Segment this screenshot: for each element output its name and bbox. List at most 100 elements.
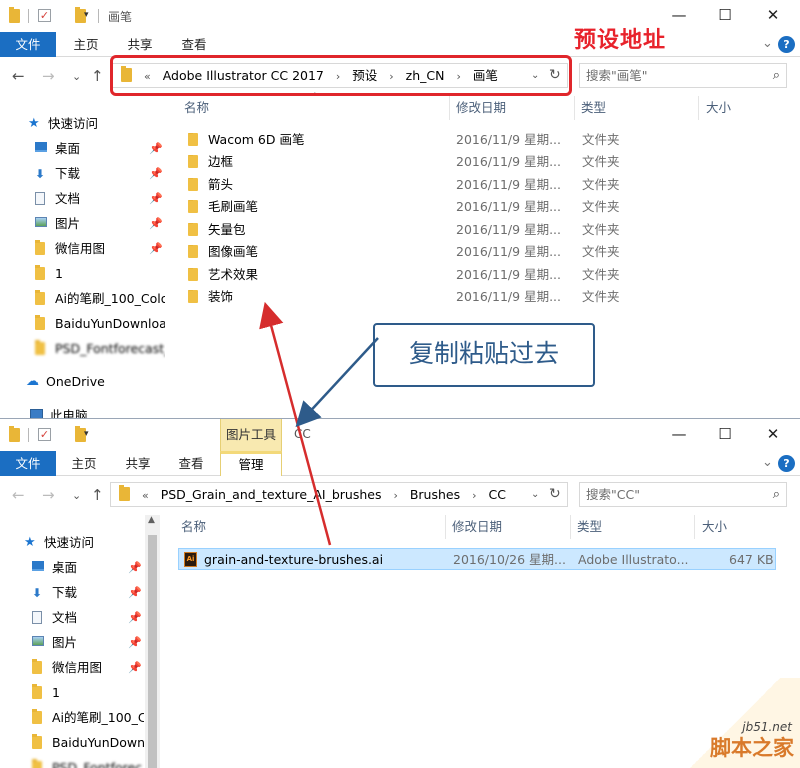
watermark-name: 脚本之家 xyxy=(710,736,794,760)
tab-share[interactable]: 共享 xyxy=(110,451,166,476)
folder-icon xyxy=(188,290,198,303)
close-button[interactable]: ✕ xyxy=(750,0,796,32)
navigation-pane: ★ 快速访问 桌面 📌 ⬇ 下载 📌 文档 📌 图片 📌 微信用图 📌 1 Ai… xyxy=(0,108,165,420)
list-item[interactable]: 矢量包 2016/11/9 星期... 文件夹 xyxy=(186,219,786,241)
column-date[interactable]: 修改日期 xyxy=(452,515,502,539)
back-icon[interactable]: ← xyxy=(12,67,25,85)
quick-access-dropdown-icon[interactable]: ▾ xyxy=(84,429,89,439)
column-size[interactable]: 大小 xyxy=(702,515,727,539)
sidebar-item-pictures[interactable]: 图片 📌 xyxy=(32,631,144,655)
pin-icon[interactable]: 📌 xyxy=(149,137,163,161)
tab-home[interactable]: 主页 xyxy=(56,451,112,476)
pin-icon[interactable]: 📌 xyxy=(128,656,142,680)
folder-icon xyxy=(32,659,42,674)
download-icon: ⬇ xyxy=(32,586,43,600)
sidebar-item-ai-brushes[interactable]: Ai的笔刷_100_C xyxy=(32,706,144,730)
column-type[interactable]: 类型 xyxy=(577,515,602,539)
pin-icon[interactable]: 📌 xyxy=(149,187,163,211)
list-item[interactable]: 图像画笔 2016/11/9 星期... 文件夹 xyxy=(186,241,786,263)
list-item[interactable]: 艺术效果 2016/11/9 星期... 文件夹 xyxy=(186,264,786,286)
sidebar-item-baiduyun[interactable]: BaiduYunDown xyxy=(32,731,144,755)
tab-file[interactable]: 文件 xyxy=(0,32,56,57)
list-item[interactable]: 毛刷画笔 2016/11/9 星期... 文件夹 xyxy=(186,196,786,218)
properties-icon[interactable]: ✓ xyxy=(38,428,51,441)
help-icon[interactable]: ? xyxy=(778,36,795,53)
list-item[interactable]: Wacom 6D 画笔 2016/11/9 星期... 文件夹 xyxy=(186,129,786,151)
quick-access-dropdown-icon[interactable]: ▾ xyxy=(84,10,89,20)
column-size[interactable]: 大小 xyxy=(706,96,731,120)
picture-icon xyxy=(32,636,44,646)
navigation-pane: ★ 快速访问 桌面 📌 ⬇ 下载 📌 文档 📌 图片 📌 微信用图 📌 1 Ai… xyxy=(0,527,145,768)
minimize-button[interactable]: — xyxy=(656,419,702,451)
column-name[interactable]: 名称 xyxy=(184,96,209,120)
chevron-right-icon[interactable]: › xyxy=(468,484,480,506)
tab-home[interactable]: 主页 xyxy=(56,32,116,57)
tab-manage[interactable]: 管理 xyxy=(220,451,282,476)
list-item[interactable]: 装饰 2016/11/9 星期... 文件夹 xyxy=(186,286,786,308)
column-date[interactable]: 修改日期 xyxy=(456,96,506,120)
sidebar-item-wechat-images[interactable]: 微信用图 📌 xyxy=(32,656,144,680)
address-bar[interactable]: « PSD_Grain_and_texture_AI_brushes › Bru… xyxy=(110,482,568,507)
tab-view[interactable]: 查看 xyxy=(166,32,222,57)
up-icon[interactable]: ↑ xyxy=(91,486,104,504)
document-icon xyxy=(32,611,42,624)
column-type[interactable]: 类型 xyxy=(581,96,606,120)
breadcrumb-overflow[interactable]: « xyxy=(138,484,153,506)
ribbon-expand-icon[interactable]: ⌄ xyxy=(762,455,773,470)
sidebar-item-desktop[interactable]: 桌面 📌 xyxy=(35,137,165,161)
ribbon-expand-icon[interactable]: ⌄ xyxy=(762,36,773,51)
search-input[interactable]: 搜索"CC" ⌕ xyxy=(579,482,787,507)
table-row-selected[interactable]: Ai grain-and-texture-brushes.ai 2016/10/… xyxy=(178,548,776,570)
maximize-button[interactable]: ☐ xyxy=(702,0,748,32)
close-button[interactable]: ✕ xyxy=(750,419,796,451)
folder-icon xyxy=(9,426,20,442)
pin-icon[interactable]: 📌 xyxy=(149,162,163,186)
pin-icon[interactable]: 📌 xyxy=(128,631,142,655)
breadcrumb-item[interactable]: PSD_Grain_and_texture_AI_brushes xyxy=(157,483,386,506)
breadcrumb-item[interactable]: CC xyxy=(485,483,510,506)
breadcrumb-item[interactable]: Brushes xyxy=(406,483,464,506)
back-icon[interactable]: ← xyxy=(12,486,25,504)
help-icon[interactable]: ? xyxy=(778,455,795,472)
pin-icon[interactable]: 📌 xyxy=(128,606,142,630)
sidebar-item-pictures[interactable]: 图片 📌 xyxy=(35,212,165,236)
sidebar-item-psd-fontforecast[interactable]: PSD_Fontforec xyxy=(32,756,144,768)
tab-view[interactable]: 查看 xyxy=(164,451,218,476)
address-dropdown-icon[interactable]: ⌄ xyxy=(531,483,539,506)
sidebar-item-downloads[interactable]: ⬇ 下载 📌 xyxy=(32,581,144,605)
maximize-button[interactable]: ☐ xyxy=(702,419,748,451)
pin-icon[interactable]: 📌 xyxy=(149,212,163,236)
forward-icon[interactable]: → xyxy=(42,67,55,85)
refresh-icon[interactable]: ↻ xyxy=(549,483,561,506)
sidebar-item-downloads[interactable]: ⬇ 下载 📌 xyxy=(35,162,165,186)
list-item[interactable]: 边框 2016/11/9 星期... 文件夹 xyxy=(186,151,786,173)
forward-icon[interactable]: → xyxy=(42,486,55,504)
recent-locations-icon[interactable]: ⌄ xyxy=(72,70,81,83)
pin-icon[interactable]: 📌 xyxy=(149,237,163,261)
up-icon[interactable]: ↑ xyxy=(91,67,104,85)
scrollbar-thumb[interactable] xyxy=(148,535,157,768)
search-icon[interactable]: ⌕ xyxy=(773,64,780,87)
folder-icon xyxy=(119,485,130,501)
sidebar-item-documents[interactable]: 文档 📌 xyxy=(35,187,165,211)
sidebar-item-documents[interactable]: 文档 📌 xyxy=(32,606,144,630)
properties-icon[interactable]: ✓ xyxy=(38,9,51,22)
recent-locations-icon[interactable]: ⌄ xyxy=(72,489,81,502)
sidebar-item-wechat-images[interactable]: 微信用图 📌 xyxy=(35,237,165,261)
column-name[interactable]: 名称 xyxy=(181,515,206,539)
window-title: CC xyxy=(294,427,311,441)
folder-icon xyxy=(188,155,198,168)
sidebar-scrollbar[interactable]: ▲ xyxy=(145,515,160,768)
folder-icon xyxy=(188,223,198,236)
list-item[interactable]: 箭头 2016/11/9 星期... 文件夹 xyxy=(186,174,786,196)
tab-share[interactable]: 共享 xyxy=(112,32,168,57)
scroll-up-icon[interactable]: ▲ xyxy=(148,515,155,525)
folder-icon xyxy=(32,684,42,699)
sidebar-item-desktop[interactable]: 桌面 📌 xyxy=(32,556,144,580)
pin-icon[interactable]: 📌 xyxy=(128,556,142,580)
search-icon[interactable]: ⌕ xyxy=(773,483,780,506)
pin-icon[interactable]: 📌 xyxy=(128,581,142,605)
chevron-right-icon[interactable]: › xyxy=(389,484,401,506)
tab-file[interactable]: 文件 xyxy=(0,451,56,476)
search-input[interactable]: 搜索"画笔" ⌕ xyxy=(579,63,787,88)
